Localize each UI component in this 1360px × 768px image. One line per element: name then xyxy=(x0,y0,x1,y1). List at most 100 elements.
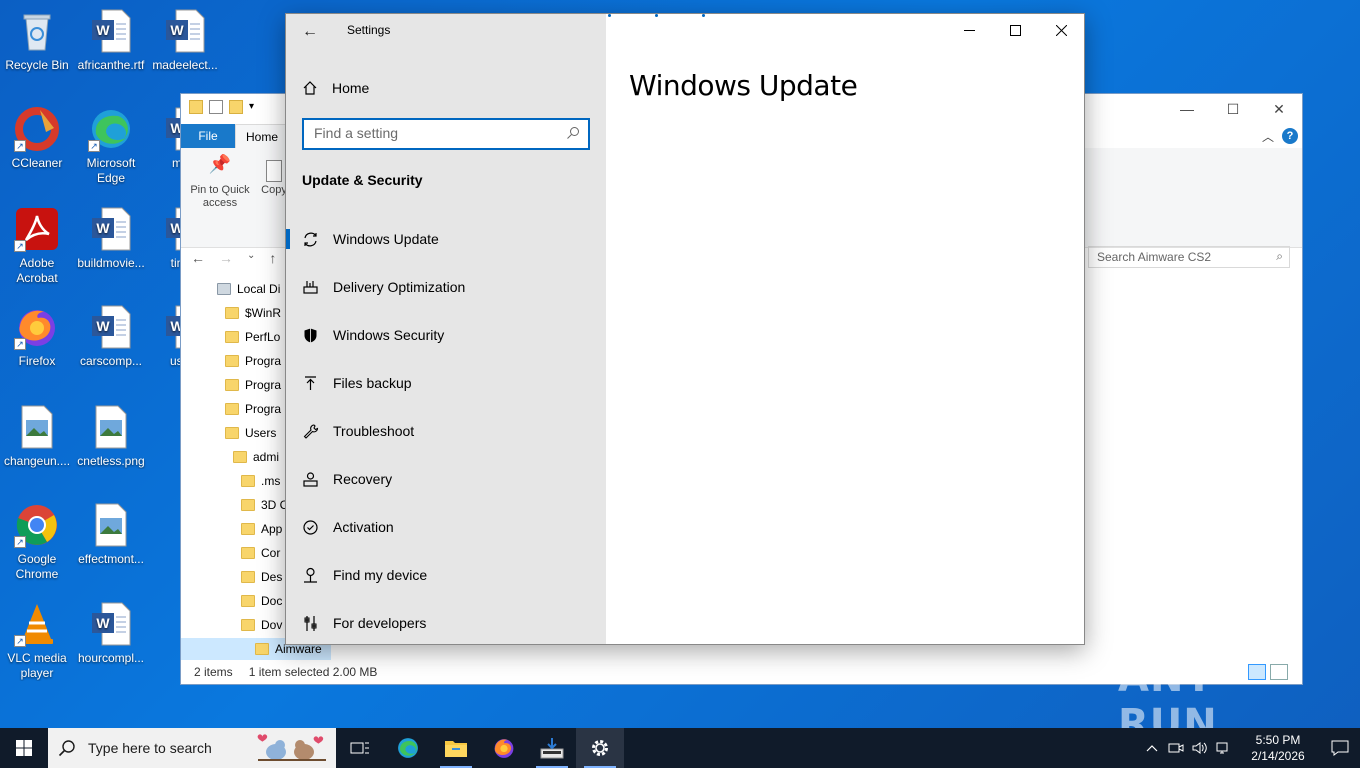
drive-icon xyxy=(217,283,231,295)
desktop-icon-recycle-bin[interactable]: Recycle Bin xyxy=(1,8,73,73)
tree-item-label: Users xyxy=(245,426,277,440)
tree-item-label: PerfLo xyxy=(245,330,281,344)
tree-item[interactable]: Local Di xyxy=(217,278,280,300)
nav-item-troubleshoot[interactable]: Troubleshoot xyxy=(286,407,606,455)
tree-item[interactable]: admi xyxy=(233,446,279,468)
taskbar-file-explorer[interactable] xyxy=(432,728,480,768)
folder-icon xyxy=(225,403,239,415)
back-button[interactable]: ← xyxy=(300,22,320,42)
back-arrow-icon[interactable]: ← xyxy=(191,250,205,266)
loading-dot xyxy=(608,14,611,17)
desktop-icon-cnetless[interactable]: cnetless.png xyxy=(75,404,147,469)
desktop-icon-adobe-acrobat[interactable]: ↗ Adobe Acrobat xyxy=(1,206,73,286)
home-label: Home xyxy=(332,80,370,96)
quick-access-toolbar: ▾ xyxy=(189,100,263,114)
delivery-icon xyxy=(286,279,334,296)
tree-item[interactable]: Cor xyxy=(241,542,280,564)
tree-item-label: .ms xyxy=(261,474,281,488)
folder-icon xyxy=(225,427,239,439)
desktop-icon-chrome[interactable]: ↗ Google Chrome xyxy=(1,502,73,582)
taskbar-settings[interactable] xyxy=(576,728,624,768)
edge-icon xyxy=(398,738,418,758)
tree-item[interactable]: Progra xyxy=(225,350,281,372)
tree-item[interactable]: Doc xyxy=(241,590,282,612)
taskbar-firefox[interactable] xyxy=(480,728,528,768)
taskbar-apps xyxy=(336,728,624,768)
home-link[interactable]: Home xyxy=(302,78,369,98)
network-icon[interactable] xyxy=(1212,728,1236,768)
explorer-window-controls: — ☐ ✕ xyxy=(1164,94,1302,124)
start-button[interactable] xyxy=(0,728,48,768)
tree-item[interactable]: Des xyxy=(241,566,282,588)
desktop-icon-buildmovie[interactable]: W buildmovie... xyxy=(75,206,147,271)
nav-item-delivery-optimization[interactable]: Delivery Optimization xyxy=(286,263,606,311)
recent-locations-icon[interactable]: ⌄ xyxy=(247,250,255,266)
chevron-up-icon[interactable]: ︿ xyxy=(1262,128,1274,145)
desktop-icon-carscomp[interactable]: W carscomp... xyxy=(75,304,147,369)
anyrun-watermark: ANY RUN xyxy=(1118,655,1218,747)
nav-item-label: Delivery Optimization xyxy=(333,279,466,295)
desktop-icon-effectmont[interactable]: effectmont... xyxy=(75,502,147,567)
tree-item[interactable]: Dov xyxy=(241,614,282,636)
maximize-button[interactable] xyxy=(992,14,1038,46)
desktop-icon-vlc[interactable]: ↗ VLC media player xyxy=(1,601,73,681)
settings-window[interactable]: ← Settings Home Find a setting Update & … xyxy=(285,13,1085,645)
taskbar-edge[interactable] xyxy=(384,728,432,768)
nav-item-activation[interactable]: Activation xyxy=(286,503,606,551)
folder-icon[interactable] xyxy=(189,100,203,114)
taskbar-search-box[interactable]: Type here to search xyxy=(48,728,336,768)
nav-item-recovery[interactable]: Recovery xyxy=(286,455,606,503)
minimize-button[interactable] xyxy=(946,14,992,46)
desktop-icon-firefox[interactable]: ↗ Firefox xyxy=(1,304,73,369)
nav-item-for-developers[interactable]: For developers xyxy=(286,599,606,647)
maximize-button[interactable]: ☐ xyxy=(1210,94,1256,124)
help-icon[interactable]: ? xyxy=(1282,128,1298,144)
meet-now-icon[interactable] xyxy=(1164,728,1188,768)
find-setting-input[interactable]: Find a setting xyxy=(302,118,590,150)
loading-dot xyxy=(655,14,658,17)
desktop-icon-africanthe[interactable]: W africanthe.rtf xyxy=(75,8,147,73)
nav-item-windows-update[interactable]: Windows Update xyxy=(286,215,606,263)
desktop-icon-hourcompl[interactable]: W hourcompl... xyxy=(75,601,147,666)
close-button[interactable] xyxy=(1038,14,1084,46)
tree-item-label: Progra xyxy=(245,402,282,416)
new-folder-icon[interactable] xyxy=(229,100,243,114)
forward-arrow-icon[interactable]: → xyxy=(219,250,233,266)
folder-icon xyxy=(225,379,239,391)
tab-home[interactable]: Home xyxy=(235,124,290,148)
desktop-icon-edge[interactable]: ↗ Microsoft Edge xyxy=(75,106,147,186)
up-arrow-icon[interactable]: ↑ xyxy=(269,250,276,266)
close-button[interactable]: ✕ xyxy=(1256,94,1302,124)
taskbar-installer[interactable] xyxy=(528,728,576,768)
nav-item-files-backup[interactable]: Files backup xyxy=(286,359,606,407)
pin-to-quick-access-button[interactable]: 📌 Pin to Quick access xyxy=(187,155,253,210)
explorer-search-input[interactable]: Search Aimware CS2 ⌕ xyxy=(1088,246,1290,268)
minimize-button[interactable]: — xyxy=(1164,94,1210,124)
nav-item-find-my-device[interactable]: Find my device xyxy=(286,551,606,599)
task-view-button[interactable] xyxy=(336,728,384,768)
tree-item[interactable]: .ms xyxy=(241,470,280,492)
tree-item[interactable]: Progra xyxy=(225,398,281,420)
nav-item-label: Find my device xyxy=(333,567,428,583)
tree-item[interactable]: Progra xyxy=(225,374,281,396)
desktop-icon-changeun[interactable]: changeun.... xyxy=(1,404,73,469)
tree-item[interactable]: App xyxy=(241,518,282,540)
properties-icon[interactable] xyxy=(209,100,223,114)
desktop-icon-label: cnetless.png xyxy=(77,454,145,468)
tree-item[interactable]: 3D C xyxy=(241,494,288,516)
tree-item[interactable]: $WinR xyxy=(225,302,281,324)
volume-icon[interactable] xyxy=(1188,728,1212,768)
clock[interactable]: 5:50 PM 2/14/2026 xyxy=(1236,732,1320,764)
desktop-icon-ccleaner[interactable]: ↗ CCleaner xyxy=(1,106,73,171)
chevron-down-icon[interactable]: ▾ xyxy=(249,100,263,114)
tree-item[interactable]: Users xyxy=(225,422,276,444)
svg-text:W: W xyxy=(170,22,184,38)
tab-file[interactable]: File xyxy=(181,124,235,148)
notification-center-button[interactable] xyxy=(1320,728,1360,768)
tree-item[interactable]: PerfLo xyxy=(225,326,280,348)
desktop-icon-madeelect[interactable]: W madeelect... xyxy=(149,8,221,73)
backup-icon xyxy=(286,375,334,392)
nav-item-windows-security[interactable]: Windows Security xyxy=(286,311,606,359)
shield-icon xyxy=(286,327,334,344)
show-hidden-icons-button[interactable] xyxy=(1140,728,1164,768)
